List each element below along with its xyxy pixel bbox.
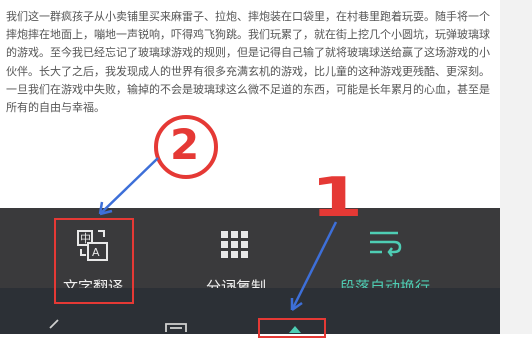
document-area: 我们这一群疯孩子从小卖铺里买来麻雷子、拉炮、摔炮装在口袋里，在村巷里跑着玩耍。随… <box>0 0 500 208</box>
grid-icon <box>221 231 248 258</box>
translate-highlight <box>54 218 134 304</box>
wrap-lines-icon <box>370 231 402 257</box>
back-icon[interactable] <box>44 316 64 336</box>
right-edge-strip <box>500 0 532 334</box>
up-arrow-icon[interactable] <box>288 324 302 334</box>
annotation-number-1: 1 <box>310 166 364 229</box>
document-paragraph: 我们这一群疯孩子从小卖铺里买来麻雷子、拉炮、摔炮装在口袋里，在村巷里跑着玩耍。随… <box>6 10 490 115</box>
crop-icon[interactable] <box>164 320 190 340</box>
annotation-number-2: 2 <box>170 120 200 169</box>
